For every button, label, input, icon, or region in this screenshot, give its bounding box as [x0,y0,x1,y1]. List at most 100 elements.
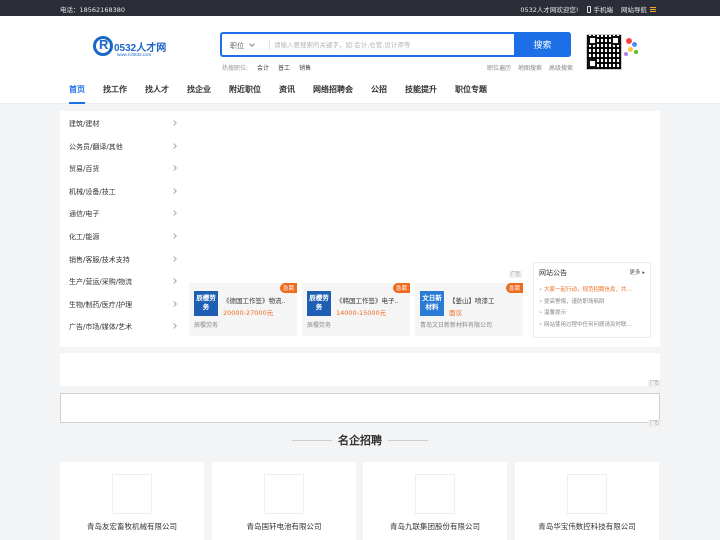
notice-item[interactable]: 温馨提示 [539,308,645,320]
chevron-right-icon [171,300,177,307]
category-label: 生物/制药/医疗/护理 [69,300,133,309]
job-card[interactable]: 辰樱劳务 《韩国工作签》电子… 14000-15000元 辰樱劳务 急聘 [302,283,410,336]
chevron-down-icon [249,41,255,47]
site-nav-link[interactable]: 网站导航 [621,4,656,14]
contact-phone: 电话：18562168380 [60,6,125,14]
top-bar: 电话：18562168380 0532人才网欢迎您! 手机端 网站导航 [0,0,720,16]
company-logo: 辰樱劳务 [307,291,331,316]
ad-label: 广告 [509,271,522,278]
company-name[interactable]: 青岛华宝伟数控科技有限公司 [515,521,659,532]
quick-link-browse[interactable]: 职位遍历 [487,63,511,72]
divider [388,440,428,441]
category-label: 销售/客服/技术支持 [69,255,130,264]
chevron-right-icon [171,120,177,126]
category-item[interactable]: 生产/营运/采购/物流 [60,269,184,292]
company-logo [264,474,304,514]
category-label: 通信/电子 [69,210,100,219]
category-item[interactable]: 贸易/百货 [60,156,184,179]
chevron-right-icon [171,233,177,239]
search-type-label: 职位 [230,42,244,50]
hot-item[interactable]: 销售 [299,63,311,72]
chevron-right-icon [171,187,177,194]
nav-job-topics[interactable]: 职位专题 [455,78,487,104]
job-salary: 14000-15000元 [336,309,387,317]
category-label: 化工/能源 [69,232,100,241]
search-button[interactable]: 搜索 [514,32,571,57]
category-item[interactable]: 通信/电子 [60,201,184,224]
company-logo [112,474,152,514]
decoration-graphic [604,38,640,68]
nav-skills[interactable]: 技能提升 [405,78,437,104]
ad-label: 广告 [648,380,661,387]
company-card[interactable]: 青岛友宏畜牧机械有限公司 [60,462,204,540]
ad-banner[interactable] [60,393,660,423]
nav-find-job[interactable]: 找工作 [103,78,127,104]
job-salary: 面议 [449,309,462,317]
chevron-right-icon [171,165,177,172]
category-item[interactable]: 销售/客服/技术支持 [60,247,184,270]
ad-banner[interactable] [60,353,660,386]
notice-item[interactable]: 网站使用过程中任何问题请及时联… [539,320,645,332]
nav-job-fair[interactable]: 网络招聘会 [313,78,353,104]
company-name[interactable]: 青岛国轩电池有限公司 [212,521,356,532]
category-item[interactable]: 广告/市场/媒体/艺术 [60,314,184,337]
search-type-select[interactable]: 职位 [230,41,255,51]
site-logo[interactable]: 0532人才网 www.rc0532.com [93,35,173,61]
notice-more-link[interactable]: 更多 ▸ [629,268,645,276]
nav-home[interactable]: 首页 [69,78,85,104]
ad-label: 广告 [648,420,661,427]
company-name[interactable]: 青岛九联集团股份有限公司 [363,521,507,532]
job-company[interactable]: 青岛文日新新材料有限公司 [420,320,492,329]
category-item[interactable]: 公务员/翻译/其他 [60,134,184,157]
nav-news[interactable]: 资讯 [279,78,295,104]
job-title[interactable]: 《韩国工作签》电子… [336,295,398,305]
company-logo [567,474,607,514]
search-divider [269,40,270,50]
quick-links: 职位遍历 地图搜索 高级搜索 [487,63,573,72]
urgent-badge: 急聘 [392,283,410,293]
urgent-badge: 急聘 [279,283,297,293]
category-list: 建筑/建材 公务员/翻译/其他 贸易/百货 机械/设备/技工 通信/电子 化工/… [60,111,184,337]
company-card[interactable]: 青岛国轩电池有限公司 [212,462,356,540]
nav-public-recruit[interactable]: 公招 [371,78,387,104]
job-company[interactable]: 辰樱劳务 [307,320,331,329]
search-input[interactable] [274,37,512,52]
category-item[interactable]: 化工/能源 [60,224,184,247]
notice-item[interactable]: 大家一起行动，规范招聘信息，共… [539,285,645,297]
job-title[interactable]: 【釜山】喷漆工 [449,295,511,305]
category-item[interactable]: 生物/制药/医疗/护理 [60,292,184,315]
category-item[interactable]: 建筑/建材 [60,111,184,134]
chevron-right-icon [171,255,177,262]
search-box: 职位 搜索 [220,32,571,57]
notice-more-label: 更多 [629,270,641,276]
job-card[interactable]: 辰樱劳务 《德国工作签》物流… 20000-27000元 辰樱劳务 急聘 [189,283,297,336]
company-card[interactable]: 青岛华宝伟数控科技有限公司 [515,462,659,540]
quick-link-advanced[interactable]: 高级搜索 [549,63,573,72]
menu-icon [650,7,656,12]
job-company[interactable]: 辰樱劳务 [194,320,218,329]
nav-find-company[interactable]: 找企业 [187,78,211,104]
urgent-badge: 急聘 [505,283,523,293]
job-title[interactable]: 《德国工作签》物流… [223,295,285,305]
quick-link-map[interactable]: 地图搜索 [518,63,542,72]
hot-item[interactable]: 会计 [257,63,269,72]
company-card[interactable]: 青岛九联集团股份有限公司 [363,462,507,540]
category-label: 机械/设备/技工 [69,187,116,196]
welcome-text: 0532人才网欢迎您! [520,6,579,14]
notice-item[interactable]: 提高警惕，谨防职场陷阱 [539,297,645,309]
category-item[interactable]: 机械/设备/技工 [60,179,184,202]
hot-label: 热搜职位: [222,65,249,72]
job-card[interactable]: 文日新材料 【釜山】喷漆工 面议 青岛文日新新材料有限公司 急聘 [415,283,523,336]
job-salary: 20000-27000元 [223,309,274,317]
chevron-right-icon [171,210,177,217]
nav-nearby-jobs[interactable]: 附近职位 [229,78,261,104]
hot-item[interactable]: 普工 [278,63,290,72]
mobile-link[interactable]: 手机端 [586,4,613,14]
company-name[interactable]: 青岛友宏畜牧机械有限公司 [60,521,204,532]
section-title: 名企招聘 [338,434,382,447]
nav-find-talent[interactable]: 找人才 [145,78,169,104]
logo-url: www.rc0532.com [117,52,152,57]
site-notice: 网站公告 更多 ▸ 大家一起行动，规范招聘信息，共… 提高警惕，谨防职场陷阱 温… [533,262,651,338]
category-label: 公务员/翻译/其他 [69,142,123,151]
company-logo [415,474,455,514]
